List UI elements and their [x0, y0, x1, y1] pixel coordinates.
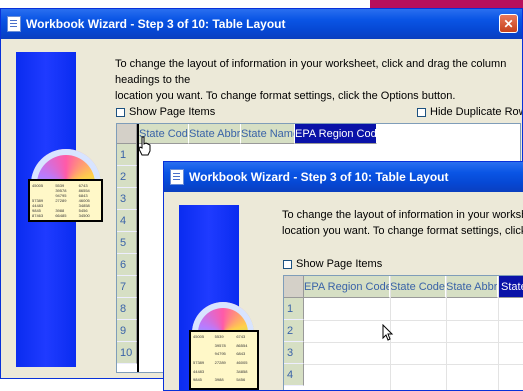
- app-icon: [7, 16, 21, 32]
- close-icon[interactable]: ✕: [499, 14, 518, 33]
- column-header[interactable]: EPA Region Code: [304, 276, 390, 298]
- row-header: 8: [117, 298, 137, 320]
- app-icon: [170, 169, 184, 185]
- row-header: 2: [117, 166, 137, 188]
- worksheet-graphic: 45005 5539 6743 39578 86554 94795 6843 57389…: [189, 330, 259, 390]
- row-header: 4: [117, 210, 137, 232]
- row-header: 5: [117, 232, 137, 254]
- back-window-title: Workbook Wizard - Step 3 of 10: Table La…: [26, 17, 286, 31]
- row-header: 4: [284, 364, 304, 386]
- back-hide-duplicate-rows-checkbox[interactable]: Hide Duplicate Rows: [417, 106, 522, 118]
- arrow-cursor-icon: [382, 324, 394, 341]
- row-header: 10: [117, 342, 137, 364]
- row-header: 9: [117, 320, 137, 342]
- back-show-page-items-checkbox[interactable]: Show Page Items: [116, 106, 215, 118]
- front-instructions: To change the layout of information in y…: [282, 209, 523, 237]
- front-window-title-bar[interactable]: Workbook Wizard - Step 3 of 10: Table La…: [164, 162, 523, 192]
- row-header: 1: [117, 144, 137, 166]
- hand-cursor-icon: [138, 136, 151, 156]
- column-header-selected[interactable]: EPA Region Code: [295, 124, 377, 144]
- worksheet-graphic: 45005 5539 6743 39578 86554 94795 6843 57389…: [28, 179, 103, 222]
- row-header: 6: [117, 254, 137, 276]
- row-header: 3: [284, 342, 304, 364]
- front-layout-grid[interactable]: EPA Region Code State Code State Abbr St…: [283, 275, 523, 390]
- front-window-title: Workbook Wizard - Step 3 of 10: Table La…: [189, 170, 449, 184]
- back-window-title-bar[interactable]: Workbook Wizard - Step 3 of 10: Table La…: [1, 9, 522, 39]
- column-header[interactable]: State Abbr: [189, 124, 241, 144]
- front-wizard-window: Workbook Wizard - Step 3 of 10: Table La…: [163, 161, 523, 391]
- row-header: 3: [117, 188, 137, 210]
- column-header[interactable]: State Name: [241, 124, 295, 144]
- grid-corner: [284, 276, 304, 298]
- column-header[interactable]: State Abbr: [446, 276, 498, 298]
- row-header: 7: [117, 276, 137, 298]
- grid-corner: [117, 124, 137, 144]
- drop-marker: [137, 124, 139, 372]
- row-header: 1: [284, 298, 304, 320]
- back-instructions: To change the layout of information in y…: [115, 58, 507, 102]
- column-header-selected[interactable]: State: [498, 276, 523, 298]
- front-show-page-items-checkbox[interactable]: Show Page Items: [283, 258, 382, 270]
- column-header[interactable]: State Code: [390, 276, 446, 298]
- row-header: 2: [284, 320, 304, 342]
